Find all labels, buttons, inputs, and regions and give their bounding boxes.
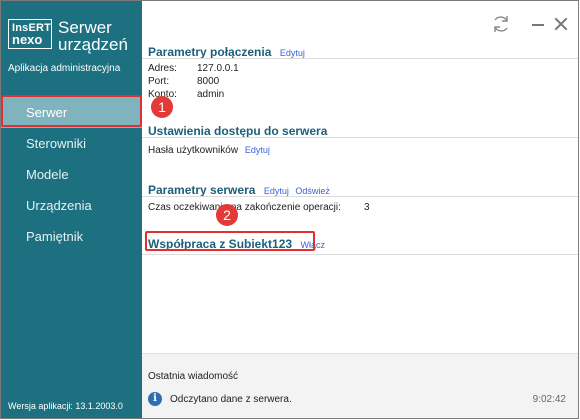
divider	[142, 58, 578, 59]
callout-badge-1: 1	[151, 96, 173, 118]
minimize-icon[interactable]	[532, 24, 544, 26]
logo-area: InsERT nexo Serwer urządzeń	[8, 19, 128, 53]
address-label: Adres:	[148, 63, 177, 74]
divider	[142, 254, 578, 255]
info-icon: i	[148, 392, 162, 406]
server-params-refresh-link[interactable]: Odśwież	[295, 186, 330, 196]
callout-highlight-2	[145, 231, 315, 251]
callout-badge-2: 2	[216, 204, 238, 226]
passwords-row: Hasła użytkowników Edytuj	[148, 145, 270, 156]
last-message-text: Odczytano dane z serwera.	[170, 394, 292, 405]
callout-highlight-1	[1, 95, 142, 127]
sidebar-item-urzadzenia[interactable]: Urządzenia	[1, 190, 142, 221]
divider	[142, 196, 578, 197]
connection-edit-link[interactable]: Edytuj	[280, 48, 305, 58]
server-params-edit-link[interactable]: Edytuj	[264, 186, 289, 196]
sidebar-item-modele[interactable]: Modele	[1, 159, 142, 190]
connection-title: Parametry połączenia	[148, 45, 272, 59]
sidebar: InsERT nexo Serwer urządzeń Aplikacja ad…	[1, 1, 142, 418]
refresh-icon[interactable]	[490, 13, 512, 35]
window-controls	[490, 13, 568, 35]
server-params-title: Parametry serwera	[148, 183, 256, 197]
last-message-time: 9:02:42	[532, 394, 566, 405]
app-title: Serwer urządzeń	[58, 18, 128, 54]
passwords-edit-link[interactable]: Edytuj	[245, 145, 270, 155]
insert-nexo-logo: InsERT nexo	[8, 19, 52, 49]
timeout-value: 3	[364, 202, 370, 213]
last-message-title: Ostatnia wiadomość	[148, 371, 239, 382]
account-value: admin	[197, 89, 225, 100]
port-value: 8000	[197, 76, 220, 87]
app-subtitle: Aplikacja administracyjna	[8, 63, 121, 74]
access-title: Ustawienia dostępu do serwera	[148, 124, 328, 138]
passwords-label: Hasła użytkowników	[148, 145, 239, 156]
port-label: Port:	[148, 76, 170, 87]
timeout-label: Czas oczekiwania na zakończenie operacji…	[148, 202, 341, 213]
address-value: 127.0.0.1	[197, 63, 239, 74]
close-icon[interactable]	[554, 17, 568, 31]
divider	[142, 137, 578, 138]
sidebar-item-sterowniki[interactable]: Sterowniki	[1, 128, 142, 159]
main-panel: Parametry połączenia Edytuj Adres: 127.0…	[142, 1, 578, 418]
last-message-panel: Ostatnia wiadomość i Odczytano dane z se…	[142, 353, 578, 418]
sidebar-item-pamietnik[interactable]: Pamiętnik	[1, 221, 142, 252]
app-version: Wersja aplikacji: 13.1.2003.0	[8, 401, 123, 411]
